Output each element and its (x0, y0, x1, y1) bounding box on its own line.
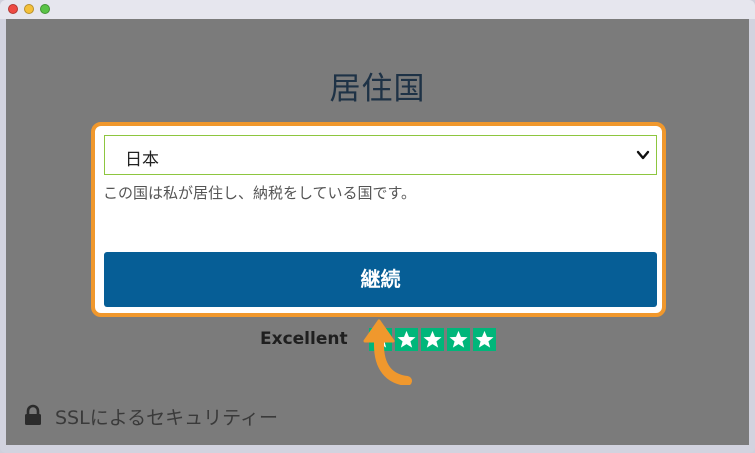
page-content: 居住国 日本 この国は私が居住し、納税をしている国です。 継続 Excellen… (6, 19, 749, 445)
close-window-icon[interactable] (8, 4, 18, 14)
window-titlebar (0, 0, 755, 19)
continue-button[interactable]: 継続 (104, 252, 657, 307)
country-select[interactable]: 日本 (104, 135, 657, 175)
curved-arrow-up-icon (363, 319, 412, 385)
star-icon (473, 328, 496, 351)
security-label: SSLによるセキュリティー (55, 407, 278, 429)
country-select-value: 日本 (125, 150, 159, 170)
country-helper-text: この国は私が居住し、納税をしている国です。 (103, 184, 417, 202)
minimize-window-icon[interactable] (24, 4, 34, 14)
lock-icon (25, 404, 41, 425)
star-icon (421, 328, 444, 351)
maximize-window-icon[interactable] (40, 4, 50, 14)
chevron-down-icon[interactable] (636, 148, 650, 162)
country-form-highlight: 日本 この国は私が居住し、納税をしている国です。 継続 (91, 122, 666, 317)
rating-label: Excellent (260, 329, 348, 349)
star-icon (447, 328, 470, 351)
browser-window: 居住国 日本 この国は私が居住し、納税をしている国です。 継続 Excellen… (0, 0, 755, 453)
page-title: 居住国 (329, 71, 426, 107)
